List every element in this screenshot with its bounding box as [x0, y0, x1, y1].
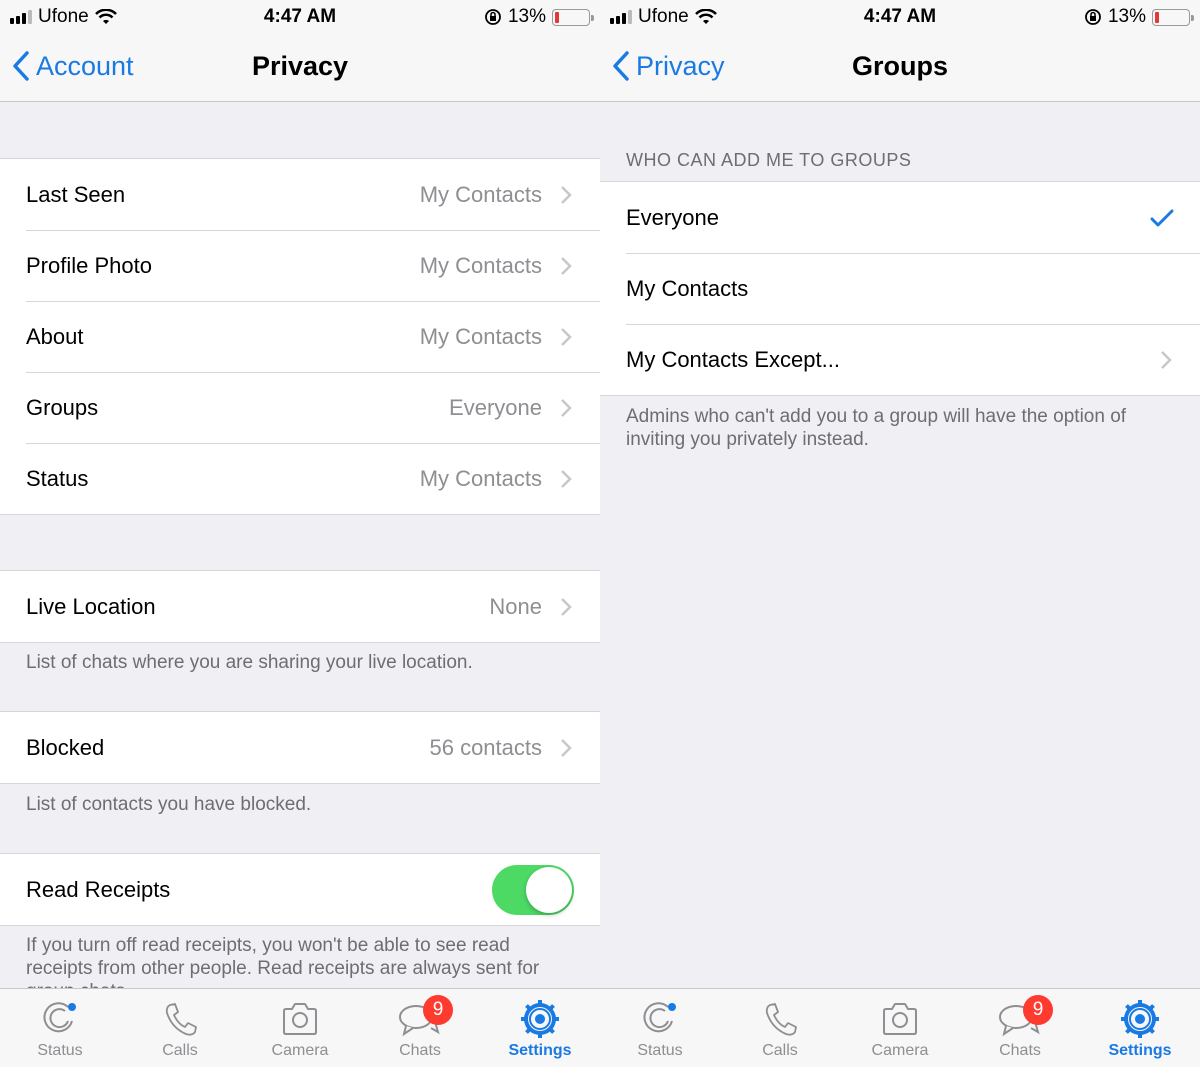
tab-bar: Status Calls Camera 9 Chats Settings	[0, 988, 600, 1067]
toggle-knob	[526, 866, 572, 913]
tab-settings[interactable]: Settings	[1080, 989, 1200, 1067]
read-receipts-toggle[interactable]	[492, 864, 574, 915]
tab-bar: Status Calls Camera 9 Chats Settings	[600, 988, 1200, 1067]
tab-chats[interactable]: 9 Chats	[960, 989, 1080, 1067]
row-live-location[interactable]: Live Location None	[0, 571, 600, 642]
tab-calls[interactable]: Calls	[720, 989, 840, 1067]
tab-label: Camera	[271, 1042, 329, 1059]
row-label: Profile Photo	[26, 252, 152, 278]
chevron-right-icon	[560, 185, 574, 205]
rotation-lock-icon	[485, 9, 501, 25]
tab-label: Status	[637, 1042, 683, 1059]
battery-icon	[1152, 8, 1194, 26]
page-title: Groups	[851, 51, 948, 81]
chevron-right-icon	[560, 597, 574, 617]
status-icon	[643, 1002, 676, 1033]
tab-chats[interactable]: 9 Chats	[360, 989, 480, 1067]
row-value: None	[489, 593, 542, 619]
row-profile-photo[interactable]: Profile Photo My Contacts	[0, 230, 600, 301]
battery-level-fill	[1155, 11, 1160, 23]
tab-label: Camera	[871, 1042, 929, 1059]
option-everyone[interactable]: Everyone	[600, 182, 1200, 253]
tab-status[interactable]: Status	[600, 989, 720, 1067]
option-label: My Contacts Except...	[626, 346, 840, 372]
row-label: Status	[26, 465, 89, 491]
chevron-right-icon	[560, 256, 574, 276]
row-status[interactable]: Status My Contacts	[0, 443, 600, 514]
tab-settings[interactable]: Settings	[480, 989, 600, 1067]
read-receipts-group: Read Receipts	[0, 853, 600, 926]
battery-percent: 13%	[1107, 6, 1146, 27]
chevron-right-icon	[1160, 350, 1174, 370]
option-my-contacts[interactable]: My Contacts	[600, 253, 1200, 324]
row-label: Live Location	[26, 593, 156, 619]
row-value: My Contacts	[419, 323, 542, 349]
privacy-screen: Ufone 4:47 AM 13% Account Privacy Last S…	[0, 0, 600, 1067]
chevron-right-icon	[560, 398, 574, 418]
row-about[interactable]: About My Contacts	[0, 301, 600, 372]
status-bar: Ufone 4:47 AM 13%	[0, 0, 600, 34]
row-value: Everyone	[449, 394, 542, 420]
option-label: Everyone	[626, 204, 719, 230]
tab-label: Chats	[999, 1042, 1041, 1059]
nav-bar: Account Privacy	[0, 34, 600, 102]
chevron-right-icon	[560, 738, 574, 758]
row-value: 56 contacts	[429, 734, 542, 760]
live-location-group: Live Location None	[0, 570, 600, 643]
privacy-settings-group: Last Seen My Contacts Profile Photo My C…	[0, 158, 600, 515]
chevron-right-icon	[560, 327, 574, 347]
tab-calls[interactable]: Calls	[120, 989, 240, 1067]
group-add-options: Everyone My Contacts My Contacts Except.…	[600, 181, 1200, 396]
row-value: My Contacts	[419, 181, 542, 207]
battery-icon	[552, 8, 594, 26]
status-icon	[43, 1002, 76, 1033]
row-label: Last Seen	[26, 181, 126, 207]
tab-label: Calls	[162, 1042, 198, 1059]
status-bar: Ufone 4:47 AM 13%	[600, 0, 1200, 34]
tab-label: Settings	[1108, 1042, 1172, 1059]
checkmark-icon	[1150, 208, 1174, 228]
page-title: Privacy	[251, 51, 349, 81]
option-label: My Contacts	[626, 275, 749, 301]
chevron-right-icon	[560, 469, 574, 489]
tab-label: Chats	[399, 1042, 441, 1059]
battery-level-fill	[555, 11, 560, 23]
unread-badge: 9	[1023, 995, 1053, 1025]
settings-gear-icon	[1121, 1000, 1159, 1038]
row-label: Read Receipts	[26, 876, 171, 902]
battery-percent: 13%	[507, 6, 546, 27]
row-blocked[interactable]: Blocked 56 contacts	[0, 712, 600, 783]
section-header: WHO CAN ADD ME TO GROUPS	[626, 150, 912, 170]
blocked-footer: List of contacts you have blocked.	[26, 794, 312, 815]
tab-camera[interactable]: Camera	[240, 989, 360, 1067]
row-label: Groups	[26, 394, 99, 420]
row-value: My Contacts	[419, 252, 542, 278]
tab-label: Status	[37, 1042, 83, 1059]
tab-label: Settings	[508, 1042, 572, 1059]
row-groups[interactable]: Groups Everyone	[0, 372, 600, 443]
nav-bar: Privacy Groups	[600, 34, 1200, 102]
row-label: About	[26, 323, 84, 349]
tab-label: Calls	[762, 1042, 798, 1059]
camera-icon	[283, 1003, 317, 1035]
settings-gear-icon	[521, 1000, 559, 1038]
tab-status[interactable]: Status	[0, 989, 120, 1067]
groups-privacy-screen: Ufone 4:47 AM 13% Privacy Groups WHO CAN…	[600, 0, 1200, 1067]
blocked-group: Blocked 56 contacts	[0, 711, 600, 784]
option-my-contacts-except[interactable]: My Contacts Except...	[600, 324, 1200, 395]
groups-footer: Admins who can't add you to a group will…	[626, 406, 1127, 450]
row-value: My Contacts	[419, 465, 542, 491]
phone-icon	[765, 1003, 797, 1036]
camera-icon	[883, 1003, 917, 1035]
row-label: Blocked	[26, 734, 105, 760]
tab-camera[interactable]: Camera	[840, 989, 960, 1067]
row-last-seen[interactable]: Last Seen My Contacts	[0, 159, 600, 230]
phone-icon	[165, 1003, 197, 1036]
live-location-footer: List of chats where you are sharing your…	[26, 652, 473, 673]
rotation-lock-icon	[1085, 9, 1101, 25]
unread-badge: 9	[423, 995, 453, 1025]
row-read-receipts: Read Receipts	[0, 854, 600, 925]
